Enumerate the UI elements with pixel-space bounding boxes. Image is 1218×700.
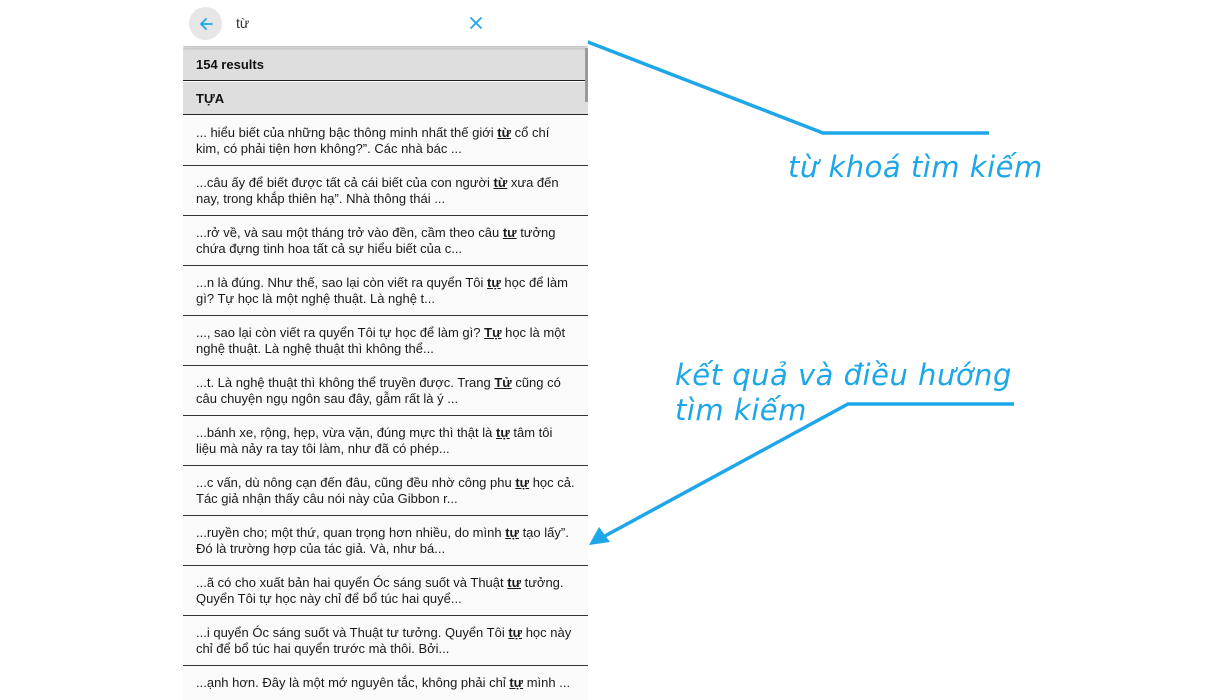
close-icon (470, 17, 482, 29)
back-button[interactable] (189, 7, 222, 40)
annotation-results-line2: tìm kiếm (675, 393, 807, 427)
annotation-results-line1: kết quả và điều hướng (675, 358, 1012, 392)
scrollbar[interactable] (585, 48, 588, 102)
clear-search-button[interactable] (466, 13, 486, 33)
annotation-results-navigation: kết quả và điều hướng tìm kiếm (675, 358, 1075, 428)
annotation-arrows (548, 26, 1014, 545)
arrow-left-icon (199, 17, 213, 30)
annotation-search-keyword: từ khoá tìm kiếm (788, 150, 1043, 184)
search-bar (183, 0, 588, 46)
arrow-to-search-input (548, 26, 989, 135)
search-input[interactable] (236, 12, 456, 34)
